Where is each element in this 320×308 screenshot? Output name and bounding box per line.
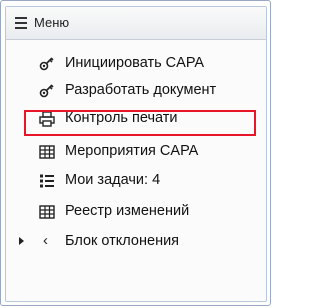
menu-item-print-control[interactable]: Контроль печати: [7, 105, 265, 131]
menu-header[interactable]: Меню: [6, 7, 266, 40]
menu-group-deviation-block[interactable]: ‹ Блок отклонения: [7, 228, 265, 254]
hamburger-icon[interactable]: [15, 17, 27, 29]
menu-window: Меню Инициировать CAPA Разработать докум…: [0, 0, 271, 306]
expand-arrow-icon[interactable]: [19, 237, 24, 245]
menu-item-label: Разработать документ: [65, 82, 217, 98]
menu-title: Меню: [34, 15, 70, 30]
menu-item-develop-document[interactable]: Разработать документ: [7, 77, 265, 103]
menu-item-initiate-capa[interactable]: Инициировать CAPA: [7, 50, 265, 76]
gear-key-icon: [39, 82, 55, 98]
menu-item-label: Мероприятия CAPA: [65, 143, 199, 159]
table-grid-icon: [39, 143, 55, 159]
table-grid-icon: [39, 203, 55, 219]
chevron-left-icon: ‹: [43, 232, 48, 249]
printer-icon: [39, 110, 55, 127]
menu-item-my-tasks[interactable]: Мои задачи: 4: [7, 167, 265, 193]
task-list-icon: [39, 172, 55, 188]
menu-item-label: Мои задачи: 4: [65, 172, 161, 188]
menu-panel: Меню Инициировать CAPA Разработать докум…: [5, 6, 267, 302]
menu-item-label: Инициировать CAPA: [65, 55, 205, 71]
menu-item-capa-measures[interactable]: Мероприятия CAPA: [7, 138, 265, 164]
menu-item-label: Реестр изменений: [65, 203, 190, 219]
menu-item-label: Контроль печати: [65, 110, 178, 126]
menu-item-change-register[interactable]: Реестр изменений: [7, 198, 265, 224]
gear-key-icon: [39, 55, 55, 71]
menu-item-label: Блок отклонения: [65, 233, 180, 249]
